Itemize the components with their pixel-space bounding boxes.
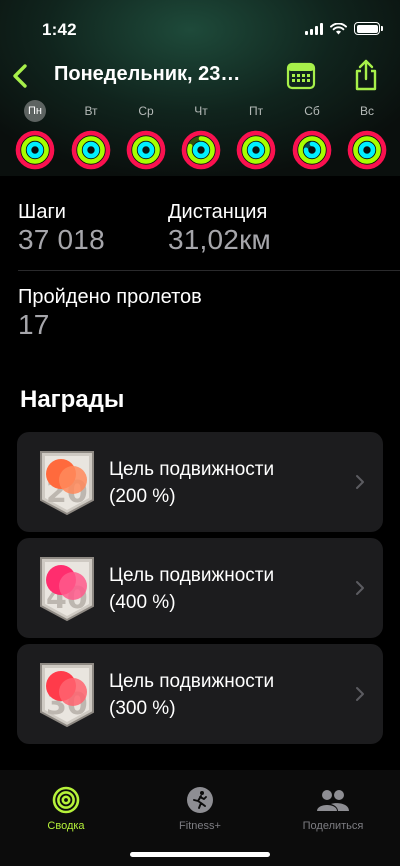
status-bar: 1:42	[0, 0, 400, 54]
chevron-right-icon	[356, 687, 364, 701]
status-icons	[305, 22, 383, 35]
stand-ring	[82, 141, 100, 159]
move-goal-300-badge-icon: 30	[40, 663, 94, 728]
day-label: Сб	[304, 104, 320, 118]
flights-stat: Пройдено пролетов 17	[18, 286, 202, 341]
day-7[interactable]: Вс	[345, 100, 389, 170]
battery-icon	[354, 22, 383, 35]
distance-value: 31,02км	[168, 224, 271, 255]
calendar-button[interactable]	[286, 61, 316, 91]
stand-ring	[247, 141, 265, 159]
award-title: Цель подвижности	[109, 671, 275, 692]
people-icon	[317, 790, 349, 811]
wifi-icon	[330, 22, 347, 34]
week-strip: Пн Вт Ср Чт Пт Сб Вс	[0, 100, 400, 176]
award-label: Цель подвижности (200 %)	[109, 456, 274, 510]
award-card-300[interactable]: 30 Цель подвижности (300 %)	[17, 644, 383, 744]
award-title: Цель подвижности	[109, 459, 275, 480]
flights-value: 17	[18, 309, 50, 340]
tab-label: Поделиться	[302, 820, 364, 832]
day-label: Пт	[248, 104, 264, 118]
awards-title: Награды	[20, 386, 125, 413]
stand-ring	[192, 141, 210, 159]
tab-fitness-plus[interactable]: Fitness+	[145, 786, 255, 832]
award-label: Цель подвижности (300 %)	[109, 668, 274, 722]
tab-label: Fitness+	[179, 820, 221, 832]
day-2[interactable]: Вт	[69, 100, 113, 170]
cellular-signal-icon	[305, 22, 323, 35]
day-6[interactable]: Сб	[290, 100, 334, 170]
stand-ring	[137, 141, 155, 159]
tab-summary[interactable]: Сводка	[11, 786, 121, 832]
day-label: Чт	[194, 104, 208, 118]
chevron-left-icon	[13, 64, 27, 88]
steps-value: 37 018	[18, 224, 105, 255]
page-title: Понедельник, 23…	[54, 63, 241, 85]
home-indicator	[130, 852, 270, 857]
activity-ring-icon	[236, 130, 276, 170]
calendar-icon	[286, 62, 316, 90]
award-label: Цель подвижности (400 %)	[109, 562, 274, 616]
award-percent: (200 %)	[109, 486, 176, 507]
distance-stat: Дистанция 31,02км	[168, 201, 271, 256]
activity-ring-icon	[15, 130, 55, 170]
day-label: Вс	[359, 104, 374, 118]
steps-stat: Шаги 37 018	[18, 201, 105, 256]
chevron-right-icon	[356, 475, 364, 489]
award-title: Цель подвижности	[109, 565, 275, 586]
day-3[interactable]: Ср	[124, 100, 168, 170]
award-percent: (400 %)	[109, 592, 176, 613]
move-goal-200-badge-icon: 20	[40, 451, 94, 516]
chevron-right-icon	[356, 581, 364, 595]
award-card-400[interactable]: 40 Цель подвижности (400 %)	[17, 538, 383, 638]
day-label: Пн	[24, 100, 46, 122]
activity-ring-icon	[71, 130, 111, 170]
day-5[interactable]: Пт	[234, 100, 278, 170]
running-figure-icon	[187, 787, 213, 813]
day-4[interactable]: Чт	[179, 100, 223, 170]
share-button[interactable]	[352, 58, 380, 92]
divider	[18, 270, 400, 271]
activity-ring-icon	[181, 130, 221, 170]
tab-label: Сводка	[47, 820, 85, 832]
move-goal-400-badge-icon: 40	[40, 557, 94, 622]
activity-ring-icon	[347, 130, 387, 170]
distance-label: Дистанция	[168, 201, 268, 223]
stand-ring	[26, 141, 44, 159]
tab-sharing[interactable]: Поделиться	[278, 786, 388, 832]
nav-bar: Понедельник, 23…	[0, 54, 400, 100]
activity-ring-icon	[126, 130, 166, 170]
back-button[interactable]	[8, 60, 32, 92]
day-label: Ср	[138, 104, 154, 118]
day-label: Вт	[84, 104, 98, 118]
flights-label: Пройдено пролетов	[18, 286, 202, 308]
day-1[interactable]: Пн	[13, 100, 57, 170]
award-percent: (300 %)	[109, 698, 176, 719]
activity-rings-icon	[52, 786, 80, 814]
activity-ring-icon	[292, 130, 332, 170]
award-card-200[interactable]: 20 Цель подвижности (200 %)	[17, 432, 383, 532]
badge-circle-overlap	[59, 466, 87, 494]
steps-label: Шаги	[18, 201, 66, 223]
status-time: 1:42	[42, 20, 77, 39]
share-icon	[355, 59, 377, 91]
stand-ring	[358, 141, 376, 159]
